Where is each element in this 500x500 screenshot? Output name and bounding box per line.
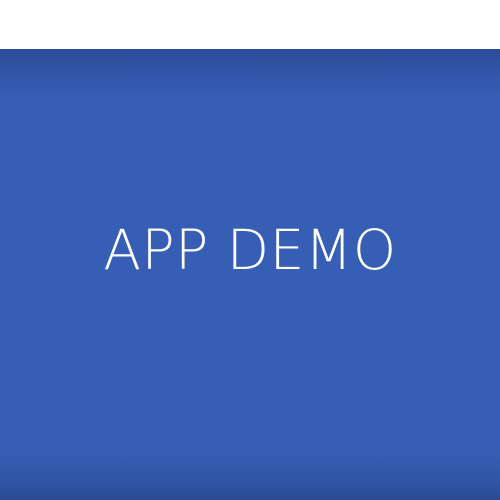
top-whitespace: [0, 0, 500, 49]
app-title: APP DEMO: [103, 218, 397, 282]
top-edge-shadow: [0, 49, 500, 97]
bottom-edge-shadow: [0, 452, 500, 500]
splash-banner: APP DEMO: [0, 49, 500, 500]
app-screen: APP DEMO: [0, 0, 500, 500]
